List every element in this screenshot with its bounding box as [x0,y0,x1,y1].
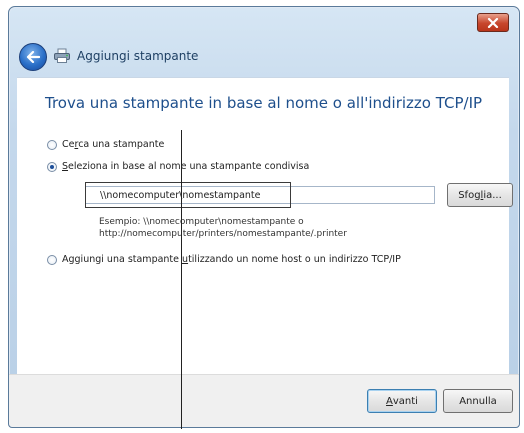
radio-select-shared-printer[interactable]: Seleziona in base al nome una stampante … [47,161,309,172]
dialog-content: Trova una stampante in base al nome o al… [17,77,513,378]
example-line-1: Esempio: \\nomecomputer\nomestampante o [99,217,304,227]
radio-button-checked[interactable] [47,161,57,172]
callout-leader-line [181,130,182,429]
back-arrow-icon [26,51,40,63]
add-printer-dialog: Aggiungi stampante Trova una stampante i… [8,6,520,428]
radio-add-by-tcpip[interactable]: Aggiungi una stampante utilizzando un no… [47,254,401,265]
close-icon [487,17,499,28]
back-button[interactable] [19,43,47,71]
close-button[interactable] [477,13,509,32]
example-text: Esempio: \\nomecomputer\nomestampante o … [99,216,347,240]
dialog-title: Aggiungi stampante [77,49,199,63]
radio-button[interactable] [47,139,57,150]
cancel-button[interactable]: Annulla [443,389,513,413]
printer-icon [54,48,70,63]
browse-button[interactable]: Sfog l ia... [447,183,513,207]
next-button[interactable]: Avanti [367,389,437,413]
radio-label: Aggiungi una stampante utilizzando un no… [62,254,401,265]
callout-highlight-box [85,182,291,208]
radio-button[interactable] [47,254,57,265]
example-line-2: http://nomecomputer/printers/nomestampan… [99,229,347,239]
radio-label: Seleziona in base al nome una stampante … [62,161,310,172]
page-heading: Trova una stampante in base al nome o al… [45,94,483,112]
radio-search-printer[interactable]: Cerca una stampante [47,139,164,150]
radio-label: Cerca una stampante [62,139,165,150]
dialog-footer: Avanti Annulla [9,374,519,427]
dialog-header: Aggiungi stampante [9,37,519,73]
